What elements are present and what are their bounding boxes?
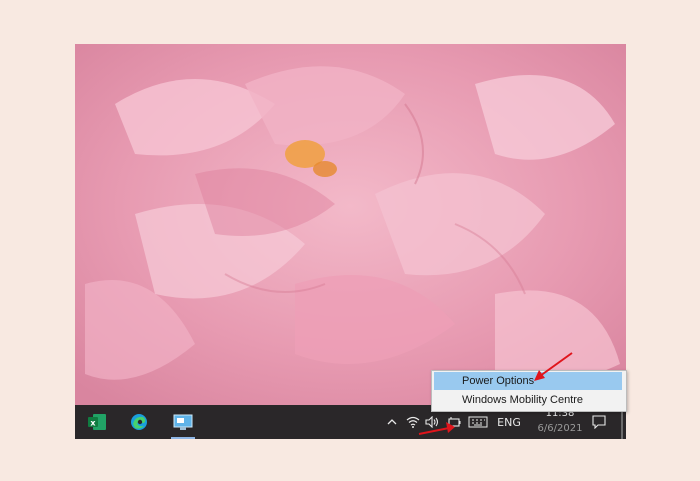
menu-item-power-options[interactable]: Power Options bbox=[434, 372, 622, 390]
svg-text:x: x bbox=[90, 419, 96, 428]
network-button[interactable] bbox=[405, 405, 421, 439]
flower-wallpaper bbox=[75, 44, 626, 405]
chevron-up-icon bbox=[387, 419, 397, 425]
keyboard-icon bbox=[468, 416, 488, 428]
battery-context-menu: Power Options Windows Mobility Centre bbox=[431, 370, 627, 412]
wifi-icon bbox=[406, 416, 420, 428]
excel-icon: x bbox=[88, 414, 106, 430]
show-hidden-icons-button[interactable] bbox=[384, 405, 400, 439]
excel-taskbar-button[interactable]: x bbox=[83, 408, 111, 436]
battery-icon bbox=[448, 417, 461, 427]
remote-desktop-taskbar-button[interactable] bbox=[169, 408, 197, 439]
clock-date: 6/6/2021 bbox=[537, 423, 583, 434]
edge-icon bbox=[131, 414, 147, 430]
notification-icon bbox=[592, 415, 606, 429]
remote-desktop-icon bbox=[173, 414, 193, 430]
edge-taskbar-button[interactable] bbox=[125, 408, 153, 436]
menu-item-windows-mobility-centre[interactable]: Windows Mobility Centre bbox=[434, 391, 622, 409]
speaker-icon bbox=[425, 416, 439, 428]
